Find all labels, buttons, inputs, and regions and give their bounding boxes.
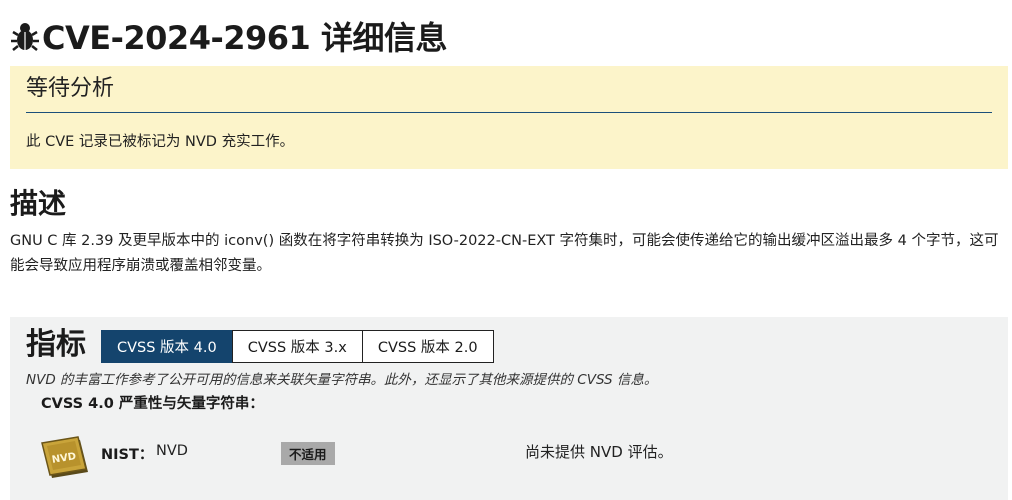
nist-label: NIST： bbox=[101, 447, 154, 463]
nvd-assessment-note: 尚未提供 NVD 评估。 bbox=[525, 443, 673, 461]
page-title: CVE-2024-2961 详细信息 bbox=[10, 14, 447, 58]
tab-cvss-4[interactable]: CVSS 版本 4.0 bbox=[101, 330, 233, 363]
description-heading: 描述 bbox=[10, 187, 67, 220]
page-title-text: CVE-2024-2961 详细信息 bbox=[42, 19, 447, 57]
description-text: GNU C 库 2.39 及更早版本中的 iconv() 函数在将字符串转换为 … bbox=[10, 233, 999, 274]
not-applicable-badge: 不适用 bbox=[281, 442, 335, 465]
metrics-note: NVD 的丰富工作参考了公开可用的信息来关联矢量字符串。此外，还显示了其他来源提… bbox=[26, 372, 658, 388]
cvss-severity-label: CVSS 4.0 严重性与矢量字符串： bbox=[41, 396, 264, 412]
bug-icon bbox=[11, 23, 39, 51]
metrics-panel: 指标 CVSS 版本 4.0 CVSS 版本 3.x CVSS 版本 2.0 N… bbox=[10, 317, 1008, 500]
awaiting-analysis-text: 此 CVE 记录已被标记为 NVD 充实工作。 bbox=[26, 134, 295, 150]
nist-source: NVD bbox=[156, 443, 188, 459]
awaiting-analysis-banner: 等待分析 此 CVE 记录已被标记为 NVD 充实工作。 bbox=[10, 66, 1008, 169]
tab-cvss-2[interactable]: CVSS 版本 2.0 bbox=[361, 330, 494, 363]
banner-divider bbox=[26, 112, 992, 113]
nvd-logo-icon: NVD bbox=[41, 436, 88, 478]
cvss-version-tabs: CVSS 版本 4.0 CVSS 版本 3.x CVSS 版本 2.0 bbox=[101, 330, 494, 363]
metrics-heading: 指标 bbox=[26, 327, 86, 362]
tab-cvss-3x[interactable]: CVSS 版本 3.x bbox=[231, 330, 363, 363]
awaiting-analysis-title: 等待分析 bbox=[26, 76, 115, 101]
